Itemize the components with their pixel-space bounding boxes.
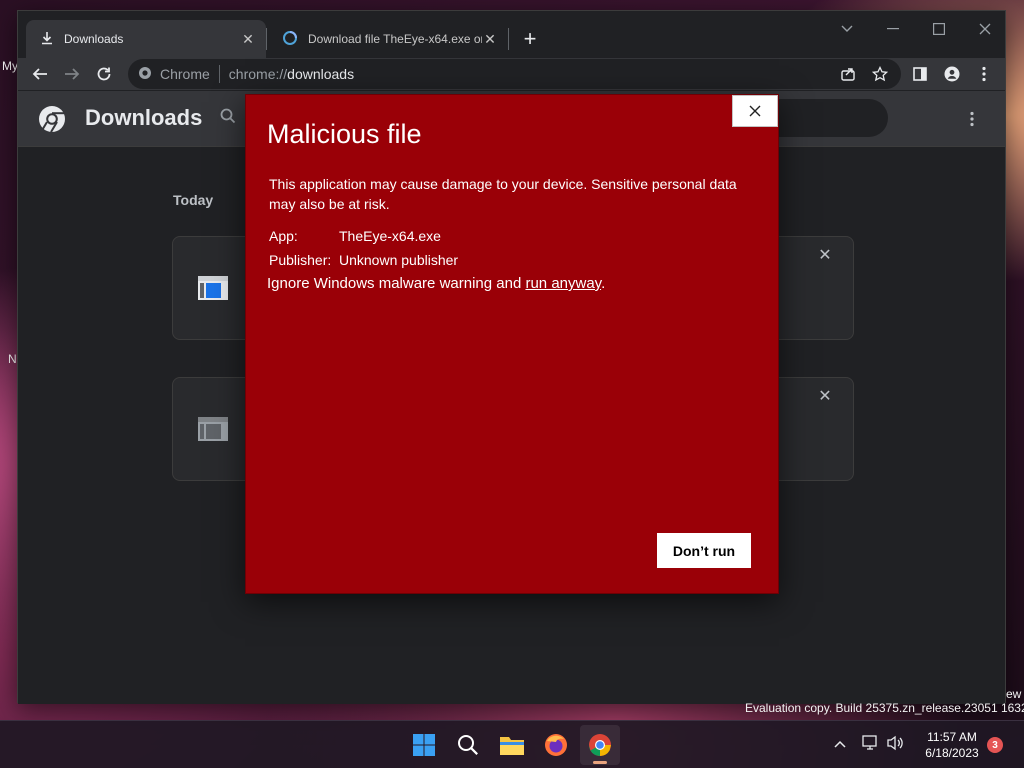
- address-bar[interactable]: Chrome chrome:// downloads: [128, 59, 901, 89]
- loading-icon: [282, 30, 298, 49]
- back-button[interactable]: [26, 60, 54, 88]
- toolbar: Chrome chrome:// downloads: [18, 58, 1005, 90]
- publisher-row: Publisher: Unknown publisher: [269, 252, 458, 268]
- remove-download-icon[interactable]: ✕: [815, 245, 835, 265]
- tab-close-icon[interactable]: ✕: [240, 31, 256, 47]
- tab-downloads[interactable]: Downloads ✕: [26, 20, 266, 58]
- taskbar-clock[interactable]: 11:57 AM 6/18/2023: [912, 729, 992, 761]
- malicious-file-dialog: Malicious file This application may caus…: [245, 94, 779, 594]
- volume-icon[interactable]: [886, 735, 904, 756]
- show-hidden-icons-chevron[interactable]: [834, 735, 846, 753]
- tab-divider: [266, 28, 267, 50]
- minimize-icon[interactable]: [870, 15, 916, 43]
- notification-badge[interactable]: 3: [987, 737, 1003, 753]
- app-file-icon: [197, 275, 229, 301]
- tab-search-icon[interactable]: [824, 15, 870, 43]
- taskbar: 11:57 AM 6/18/2023: [0, 720, 1024, 768]
- search-icon[interactable]: [220, 108, 236, 129]
- site-label: Chrome: [160, 66, 210, 82]
- reload-button[interactable]: [90, 60, 118, 88]
- dialog-close-button[interactable]: [732, 95, 778, 127]
- dont-run-button[interactable]: Don’t run: [657, 533, 751, 568]
- remove-download-icon[interactable]: ✕: [815, 386, 835, 406]
- active-app-indicator: [593, 761, 607, 764]
- new-tab-button[interactable]: +: [516, 25, 544, 53]
- tab-download-file[interactable]: Download file TheEye-x64.exe or ✕: [268, 20, 508, 58]
- clock-time: 11:57 AM: [927, 730, 977, 744]
- close-window-icon[interactable]: [962, 15, 1008, 43]
- downloads-menu-icon[interactable]: [962, 108, 982, 130]
- download-icon: [40, 31, 54, 48]
- clock-date: 6/18/2023: [925, 746, 979, 760]
- run-anyway-link[interactable]: run anyway: [525, 275, 601, 292]
- maximize-icon[interactable]: [916, 15, 962, 43]
- tab-close-icon[interactable]: ✕: [482, 31, 498, 47]
- dialog-message: This application may cause damage to you…: [269, 176, 737, 212]
- bookmark-star-icon[interactable]: [866, 60, 894, 88]
- page-title: Downloads: [85, 105, 203, 130]
- app-label: App:: [269, 228, 298, 244]
- ignore-warning-period: .: [601, 275, 606, 292]
- tab-title: Downloads: [64, 32, 124, 46]
- share-icon[interactable]: [834, 60, 862, 88]
- tab-title: Download file TheEye-x64.exe or: [308, 32, 482, 46]
- evaluation-watermark: Evaluation copy. Build 25375.zn_release.…: [745, 701, 1024, 715]
- watermark-fragment: ew: [1006, 687, 1022, 701]
- file-explorer-icon[interactable]: [492, 725, 532, 765]
- windows-start-icon[interactable]: [404, 725, 444, 765]
- desktop-icon-label: N: [8, 352, 17, 366]
- tab-divider: [508, 28, 509, 50]
- firefox-icon[interactable]: [536, 725, 576, 765]
- profile-icon[interactable]: [938, 60, 966, 88]
- forward-button[interactable]: [58, 60, 86, 88]
- desktop-icon-label: My: [2, 59, 18, 73]
- ignore-warning-prefix: Ignore Windows malware warning and: [267, 275, 526, 292]
- chrome-icon: [138, 66, 152, 83]
- search-icon[interactable]: [448, 725, 488, 765]
- tab-strip: Downloads ✕ Download file TheEye-x64.exe…: [18, 11, 1005, 58]
- close-icon: [749, 105, 761, 117]
- chrome-icon[interactable]: [580, 725, 620, 765]
- chrome-logo-icon: [38, 105, 66, 138]
- network-icon[interactable]: [862, 735, 880, 756]
- app-row: App: TheEye-x64.exe: [269, 228, 441, 244]
- publisher-value: Unknown publisher: [339, 252, 459, 268]
- publisher-label: Publisher:: [269, 252, 332, 268]
- omnibox-divider: [218, 65, 220, 83]
- menu-kebab-icon[interactable]: [970, 60, 998, 88]
- url-scheme: chrome://: [228, 66, 288, 82]
- date-section-label: Today: [173, 192, 214, 208]
- dialog-title: Malicious file: [267, 119, 422, 149]
- ignore-warning-text: Ignore Windows malware warning and run a…: [267, 275, 605, 292]
- app-file-icon: [197, 416, 229, 442]
- side-panel-icon[interactable]: [906, 60, 934, 88]
- app-value: TheEye-x64.exe: [339, 228, 441, 244]
- url-host: downloads: [287, 66, 355, 82]
